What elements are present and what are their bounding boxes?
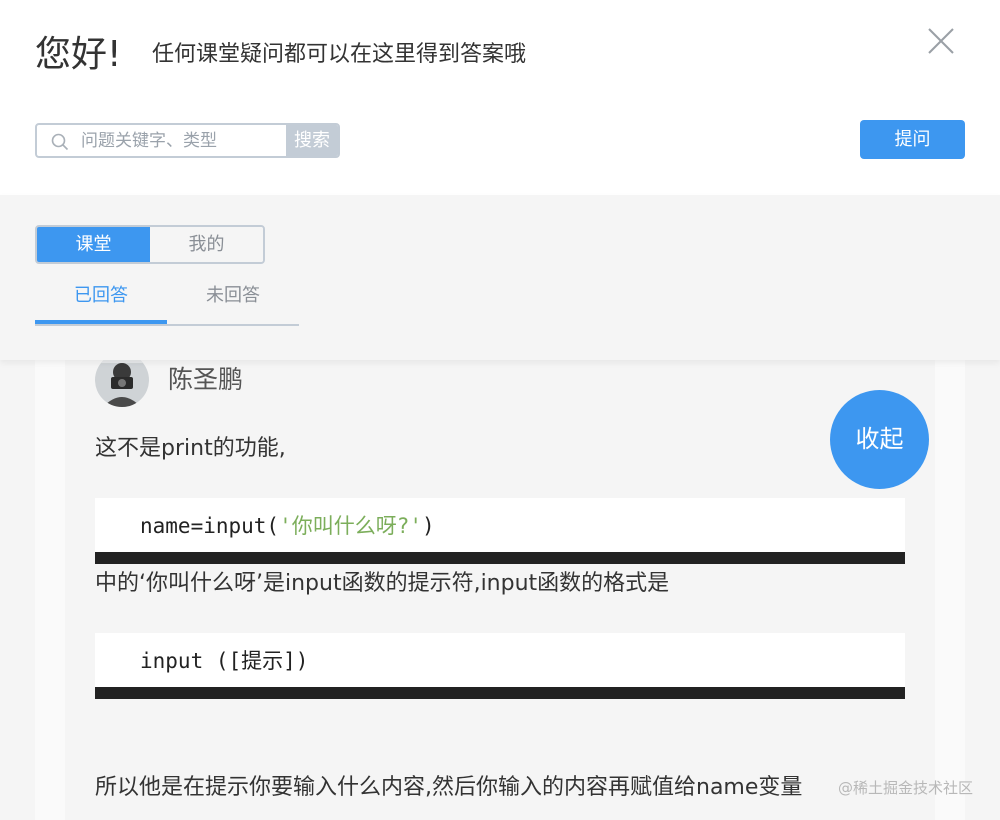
watermark: @稀土掘金技术社区 bbox=[838, 779, 974, 797]
search-input[interactable] bbox=[81, 125, 286, 156]
avatar bbox=[95, 353, 149, 407]
greeting-title: 您好! bbox=[35, 34, 122, 75]
code-block-2: input ([提示]) bbox=[95, 633, 905, 699]
code-scrollbar[interactable] bbox=[95, 687, 905, 699]
collapse-button[interactable]: 收起 bbox=[830, 390, 929, 489]
code-line-1: name=input('你叫什么呀?') bbox=[140, 510, 435, 540]
ask-question-button[interactable]: 提问 bbox=[860, 120, 965, 159]
code-1-prefix: name=input( bbox=[140, 514, 280, 538]
filter-panel: 课堂 我的 已回答 未回答 bbox=[0, 195, 1000, 360]
answer-line-1: 这不是print的功能, bbox=[95, 436, 286, 461]
answer-line-3: 所以他是在提示你要输入什么内容,然后你输入的内容再赋值给name变量 bbox=[95, 775, 803, 800]
active-tab-indicator bbox=[35, 320, 167, 324]
search-icon bbox=[51, 133, 69, 151]
code-1-string: '你叫什么呀?' bbox=[279, 514, 423, 538]
header: 您好! 任何课堂疑问都可以在这里得到答案哦 搜索 提问 bbox=[0, 0, 1000, 195]
search-button[interactable]: 搜索 bbox=[286, 125, 338, 156]
author-name: 陈圣鹏 bbox=[168, 365, 244, 394]
scope-toggle: 课堂 我的 bbox=[35, 225, 265, 264]
greeting-subtitle: 任何课堂疑问都可以在这里得到答案哦 bbox=[152, 42, 527, 67]
code-block-1: name=input('你叫什么呀?') bbox=[95, 498, 905, 564]
segment-classroom[interactable]: 课堂 bbox=[37, 227, 150, 262]
answer-tabs: 已回答 未回答 bbox=[35, 275, 299, 326]
code-scrollbar[interactable] bbox=[95, 552, 905, 564]
tab-answered[interactable]: 已回答 bbox=[35, 283, 167, 309]
tab-unanswered[interactable]: 未回答 bbox=[167, 283, 299, 309]
answer-line-2: 中的‘你叫什么呀’是input函数的提示符,input函数的格式是 bbox=[95, 571, 670, 596]
code-1-suffix: ) bbox=[422, 514, 435, 538]
search-box: 搜索 bbox=[35, 123, 340, 158]
close-icon[interactable] bbox=[926, 26, 956, 56]
segment-mine[interactable]: 我的 bbox=[150, 227, 263, 262]
code-line-2: input ([提示]) bbox=[140, 649, 309, 673]
